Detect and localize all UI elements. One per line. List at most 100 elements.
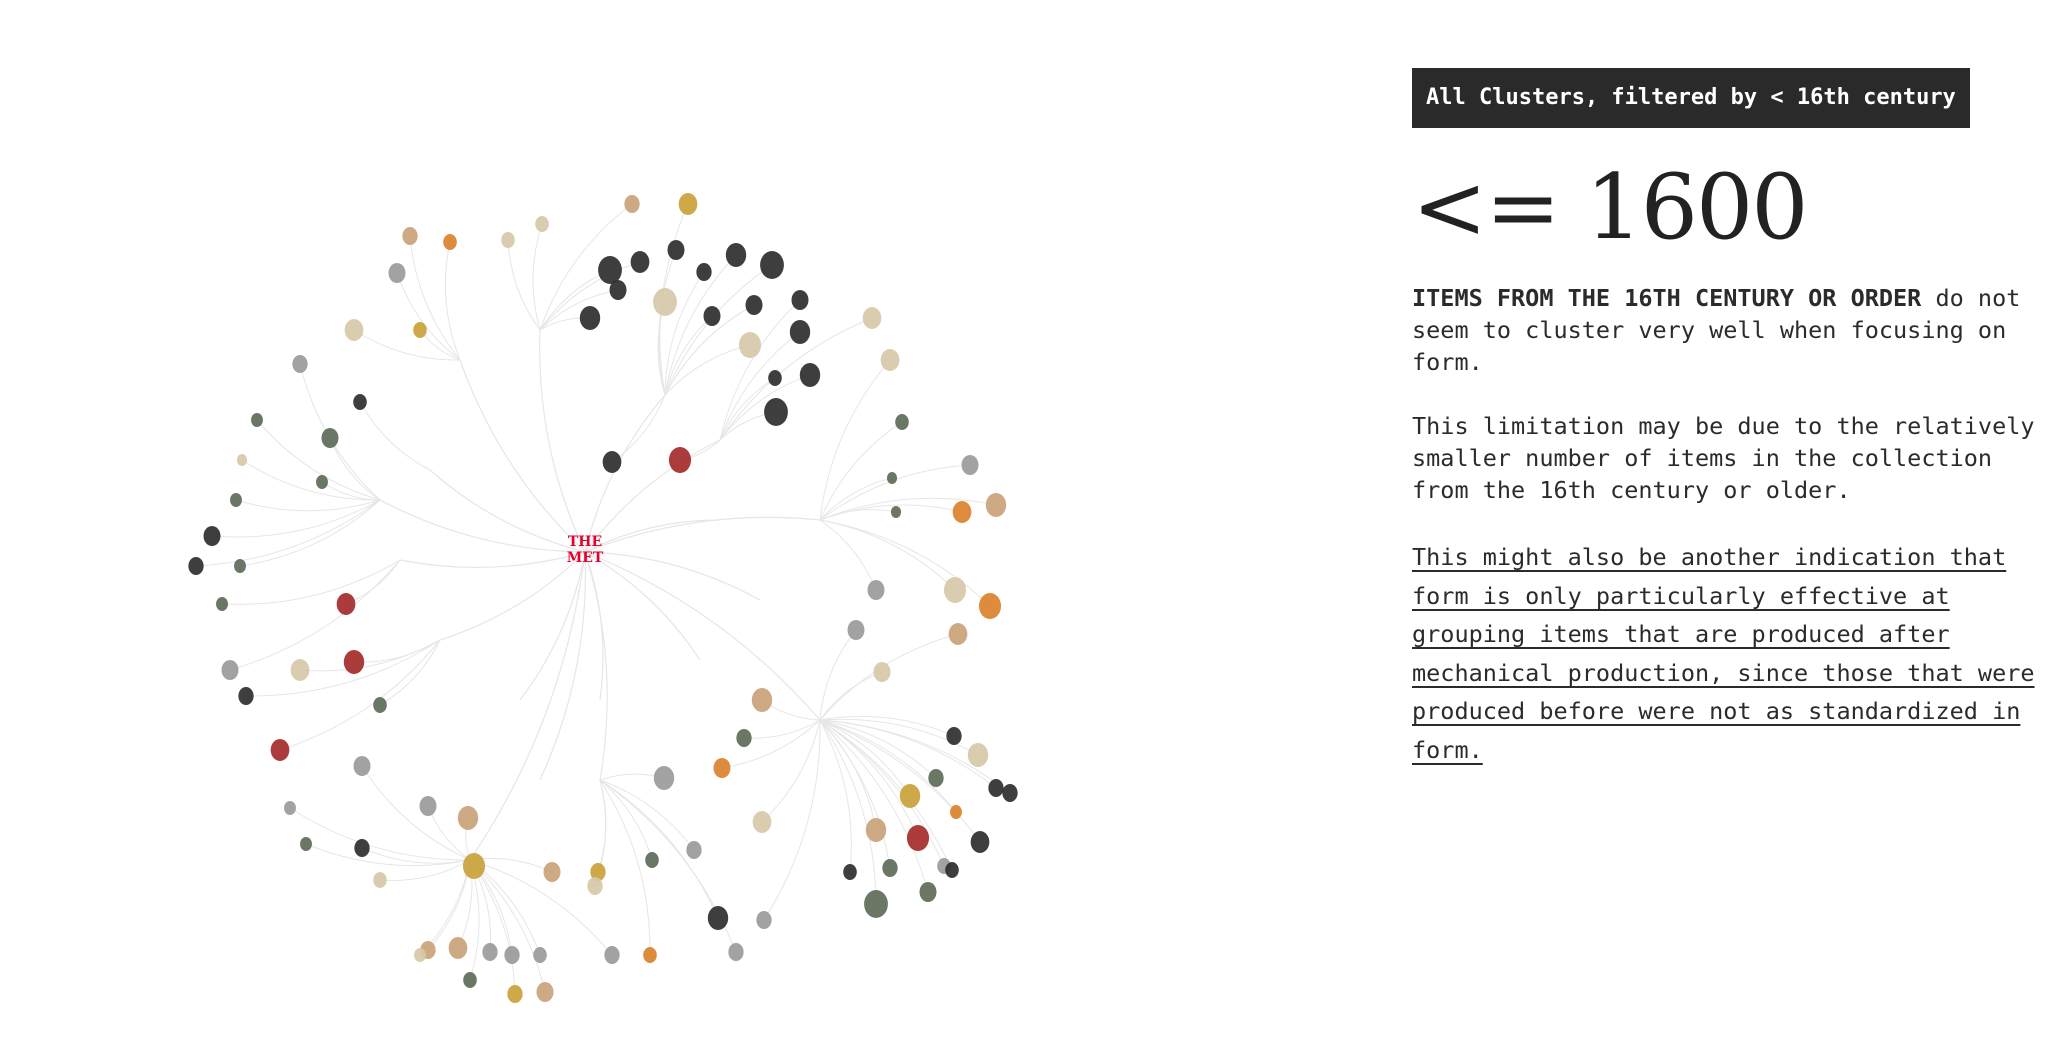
collection-item-thumbnail[interactable] (943, 577, 967, 603)
collection-item-thumbnail[interactable] (756, 911, 772, 929)
collection-item-thumbnail[interactable] (928, 769, 944, 787)
collection-item-thumbnail[interactable] (946, 727, 962, 745)
collection-item-thumbnail[interactable] (988, 779, 1004, 797)
collection-item-thumbnail[interactable] (536, 982, 554, 1002)
collection-item-thumbnail[interactable] (760, 251, 784, 279)
collection-item-thumbnail[interactable] (703, 306, 721, 326)
collection-item-thumbnail[interactable] (890, 506, 902, 518)
collection-item-thumbnail[interactable] (882, 859, 898, 877)
collection-item-thumbnail[interactable] (867, 580, 885, 600)
collection-item-thumbnail[interactable] (373, 697, 387, 713)
collection-item-thumbnail[interactable] (764, 398, 788, 426)
collection-item-thumbnail[interactable] (230, 493, 242, 507)
collection-item-thumbnail[interactable] (448, 937, 468, 959)
collection-item-thumbnail[interactable] (967, 743, 989, 767)
collection-item-thumbnail[interactable] (292, 355, 308, 373)
collection-item-thumbnail[interactable] (414, 948, 426, 962)
collection-item-thumbnail[interactable] (678, 193, 698, 215)
collection-item-thumbnail[interactable] (188, 557, 204, 575)
collection-item-thumbnail[interactable] (413, 322, 427, 338)
collection-item-thumbnail[interactable] (457, 806, 479, 830)
collection-item-thumbnail[interactable] (216, 597, 228, 611)
collection-item-thumbnail[interactable] (1002, 784, 1018, 802)
collection-item-thumbnail[interactable] (419, 796, 437, 816)
collection-item-thumbnail[interactable] (270, 739, 290, 761)
collection-item-thumbnail[interactable] (873, 662, 891, 682)
collection-item-thumbnail[interactable] (373, 872, 387, 888)
collection-item-thumbnail[interactable] (402, 227, 418, 245)
collection-item-thumbnail[interactable] (604, 946, 620, 964)
collection-item-thumbnail[interactable] (543, 862, 561, 882)
collection-item-thumbnail[interactable] (645, 852, 659, 868)
collection-item-thumbnail[interactable] (609, 280, 627, 300)
collection-item-thumbnail[interactable] (707, 906, 729, 930)
paragraph-3-link[interactable]: This might also be another indication th… (1412, 538, 2042, 769)
collection-item-thumbnail[interactable] (300, 837, 312, 851)
collection-item-thumbnail[interactable] (736, 729, 752, 747)
collection-item-thumbnail[interactable] (970, 831, 990, 853)
collection-item-thumbnail[interactable] (847, 620, 865, 640)
collection-item-thumbnail[interactable] (696, 263, 712, 281)
collection-item-thumbnail[interactable] (985, 493, 1007, 517)
collection-item-thumbnail[interactable] (533, 947, 547, 963)
collection-item-thumbnail[interactable] (880, 349, 900, 371)
collection-item-thumbnail[interactable] (236, 454, 248, 466)
collection-item-thumbnail[interactable] (234, 559, 246, 573)
collection-item-thumbnail[interactable] (751, 688, 773, 712)
collection-item-thumbnail[interactable] (535, 216, 549, 232)
collection-item-thumbnail[interactable] (353, 756, 371, 776)
collection-item-thumbnail[interactable] (978, 593, 1002, 619)
collection-item-thumbnail[interactable] (221, 660, 239, 680)
collection-item-thumbnail[interactable] (504, 946, 520, 964)
collection-item-thumbnail[interactable] (752, 811, 772, 833)
collection-item-thumbnail[interactable] (463, 972, 477, 988)
collection-item-thumbnail[interactable] (630, 251, 650, 273)
collection-item-thumbnail[interactable] (284, 801, 296, 815)
collection-item-thumbnail[interactable] (745, 295, 763, 315)
collection-item-thumbnail[interactable] (667, 240, 685, 260)
collection-item-thumbnail[interactable] (462, 853, 486, 879)
collection-item-thumbnail[interactable] (343, 650, 365, 674)
collection-item-thumbnail[interactable] (906, 825, 930, 851)
collection-item-thumbnail[interactable] (336, 593, 356, 615)
collection-item-thumbnail[interactable] (653, 766, 675, 790)
collection-item-thumbnail[interactable] (579, 306, 601, 330)
collection-item-thumbnail[interactable] (602, 451, 622, 473)
collection-item-thumbnail[interactable] (668, 447, 692, 473)
collection-item-thumbnail[interactable] (799, 363, 821, 387)
collection-item-thumbnail[interactable] (899, 784, 921, 808)
collection-item-thumbnail[interactable] (865, 818, 887, 842)
collection-item-thumbnail[interactable] (768, 370, 782, 386)
collection-item-thumbnail[interactable] (862, 307, 882, 329)
collection-item-thumbnail[interactable] (443, 234, 457, 250)
collection-item-thumbnail[interactable] (388, 263, 406, 283)
collection-item-thumbnail[interactable] (789, 320, 811, 344)
collection-item-thumbnail[interactable] (961, 455, 979, 475)
collection-item-thumbnail[interactable] (738, 332, 762, 358)
collection-item-thumbnail[interactable] (713, 758, 731, 778)
collection-item-thumbnail[interactable] (843, 864, 857, 880)
collection-item-thumbnail[interactable] (507, 985, 523, 1003)
collection-item-thumbnail[interactable] (501, 232, 515, 248)
collection-item-thumbnail[interactable] (251, 413, 263, 427)
collection-item-thumbnail[interactable] (945, 862, 959, 878)
collection-item-thumbnail[interactable] (952, 501, 972, 523)
collection-item-thumbnail[interactable] (791, 290, 809, 310)
collection-item-thumbnail[interactable] (587, 877, 603, 895)
collection-item-thumbnail[interactable] (643, 947, 657, 963)
collection-item-thumbnail[interactable] (598, 256, 622, 284)
collection-item-thumbnail[interactable] (653, 288, 677, 316)
collection-item-thumbnail[interactable] (316, 475, 328, 489)
collection-item-thumbnail[interactable] (864, 890, 888, 918)
collection-item-thumbnail[interactable] (354, 839, 370, 857)
collection-item-thumbnail[interactable] (203, 526, 221, 546)
collection-item-thumbnail[interactable] (344, 319, 364, 341)
collection-item-thumbnail[interactable] (728, 943, 744, 961)
collection-item-thumbnail[interactable] (895, 414, 909, 430)
collection-item-thumbnail[interactable] (725, 243, 747, 267)
collection-item-thumbnail[interactable] (353, 394, 367, 410)
collection-item-thumbnail[interactable] (624, 195, 640, 213)
collection-item-thumbnail[interactable] (321, 428, 339, 448)
collection-item-thumbnail[interactable] (950, 805, 962, 819)
collection-item-thumbnail[interactable] (238, 687, 254, 705)
